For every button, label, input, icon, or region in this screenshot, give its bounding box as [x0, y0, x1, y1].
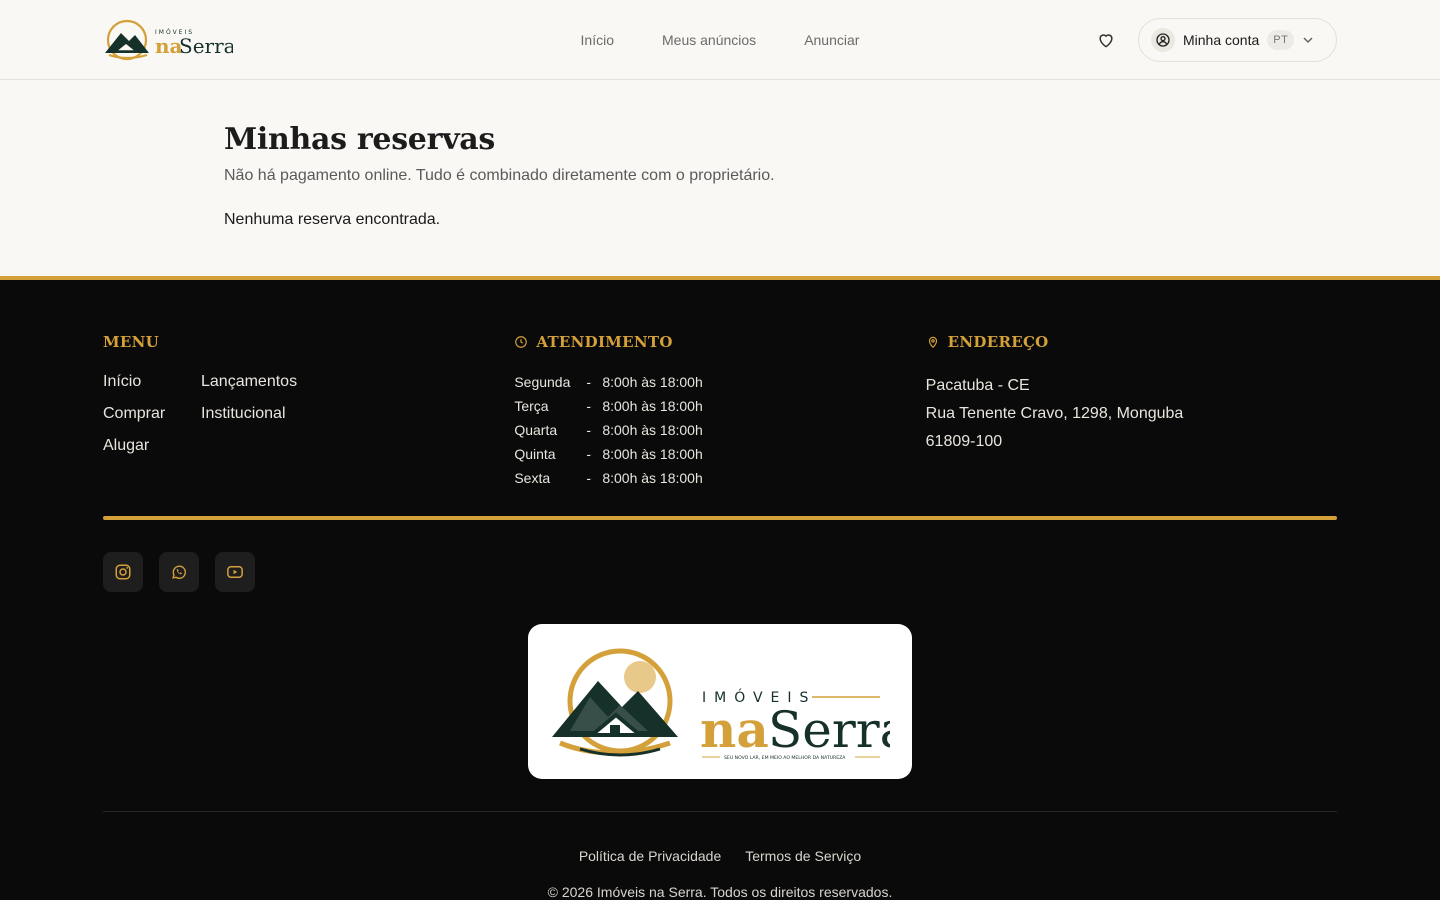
footer-address-heading: ENDEREÇO — [926, 332, 1337, 352]
hours-row: Segunda -8:00h às 18:00h — [514, 374, 703, 390]
brand-logo-mark: IMÓVEIS na Serra — [105, 19, 233, 60]
empty-state-message: Nenhuma reserva encontrada. — [224, 211, 441, 228]
address-line: Rua Tenente Cravo, 1298, Monguba — [925, 405, 1184, 422]
language-badge: PT — [1267, 29, 1295, 50]
nav-link-inicio[interactable]: Início — [581, 32, 614, 48]
nav-link-anunciar[interactable]: Anunciar — [804, 32, 859, 48]
footer-link-comprar[interactable]: Comprar — [103, 404, 201, 424]
footer-menu-section: MENU Início Lançamentos Comprar Instituc… — [103, 332, 514, 490]
brand-logo-large: IMÓVEIS na Serra SEU NOVO LAR, EM MEIO A… — [552, 648, 890, 761]
map-pin-icon — [928, 336, 937, 349]
instagram-link[interactable] — [103, 552, 143, 592]
address-line: 61809-100 — [925, 433, 1003, 450]
hours-row: Terça -8:00h às 18:00h — [514, 398, 703, 414]
whatsapp-icon — [172, 565, 186, 579]
address-line: Pacatuba - CE — [925, 377, 1030, 394]
site-footer: MENU Início Lançamentos Comprar Instituc… — [0, 276, 1440, 900]
nav-link-meus-anuncios[interactable]: Meus anúncios — [662, 32, 756, 48]
footer-link-institucional[interactable]: Institucional — [201, 404, 514, 424]
instagram-icon — [115, 564, 131, 580]
footer-address-title: ENDEREÇO — [947, 333, 1049, 351]
user-circle-icon — [1151, 27, 1175, 52]
hours-row: Quinta -8:00h às 18:00h — [514, 446, 703, 462]
account-menu-button[interactable]: Minha conta PT — [1138, 17, 1337, 62]
footer-link-alugar[interactable]: Alugar — [103, 436, 201, 456]
footer-divider — [103, 516, 1337, 520]
favorites-button[interactable] — [1088, 22, 1124, 58]
footer-hours-section: ATENDIMENTO Segunda -8:00h às 18:00h Terç… — [514, 332, 925, 490]
heart-icon — [1099, 33, 1113, 47]
copyright-text: © 2026 Imóveis na Serra. Todos os direit… — [547, 884, 893, 900]
page-subtitle: Não há pagamento online. Tudo é combinad… — [224, 167, 775, 184]
footer-link-lancamentos[interactable]: Lançamentos — [201, 372, 514, 392]
footer-hours-heading: ATENDIMENTO — [514, 332, 925, 352]
page-title: Minhas reservas — [224, 122, 495, 157]
hours-row: Quarta -8:00h às 18:00h — [514, 422, 703, 438]
reservations-page: Minhas reservas Não há pagamento online.… — [0, 80, 1440, 276]
footer-brand-logo: IMÓVEIS na Serra SEU NOVO LAR, EM MEIO A… — [528, 624, 912, 779]
legal-links: Política de Privacidade Termos de Serviç… — [0, 848, 1440, 864]
youtube-icon — [227, 566, 243, 578]
svg-text:na: na — [700, 700, 769, 759]
terms-of-service-link[interactable]: Termos de Serviço — [745, 848, 861, 864]
site-header: IMÓVEIS na Serra Início Meus anúncios An… — [0, 0, 1440, 80]
social-links — [103, 552, 255, 592]
chevron-down-icon — [1303, 36, 1313, 43]
brand-logo[interactable]: IMÓVEIS na Serra — [103, 17, 233, 63]
account-label: Minha conta — [1183, 31, 1260, 48]
header-actions: Minha conta PT — [1088, 17, 1337, 62]
youtube-link[interactable] — [215, 552, 255, 592]
hours-row: Sexta -8:00h às 18:00h — [514, 470, 703, 486]
footer-hours-title: ATENDIMENTO — [536, 333, 673, 351]
svg-text:Serra: Serra — [768, 701, 890, 759]
privacy-policy-link[interactable]: Política de Privacidade — [579, 848, 721, 864]
footer-link-inicio[interactable]: Início — [103, 372, 201, 392]
clock-icon — [515, 336, 528, 348]
footer-menu-title: MENU — [103, 333, 160, 351]
svg-text:SEU NOVO LAR, EM MEIO AO MELHO: SEU NOVO LAR, EM MEIO AO MELHOR DA NATUR… — [724, 755, 846, 761]
whatsapp-link[interactable] — [159, 552, 199, 592]
hours-list: Segunda -8:00h às 18:00h Terça -8:00h às 1… — [514, 370, 925, 490]
footer-bottom-divider — [103, 811, 1337, 812]
footer-address-section: ENDEREÇO Pacatuba - CE Rua Tenente Cravo… — [926, 332, 1337, 490]
svg-text:Serra: Serra — [179, 34, 233, 58]
